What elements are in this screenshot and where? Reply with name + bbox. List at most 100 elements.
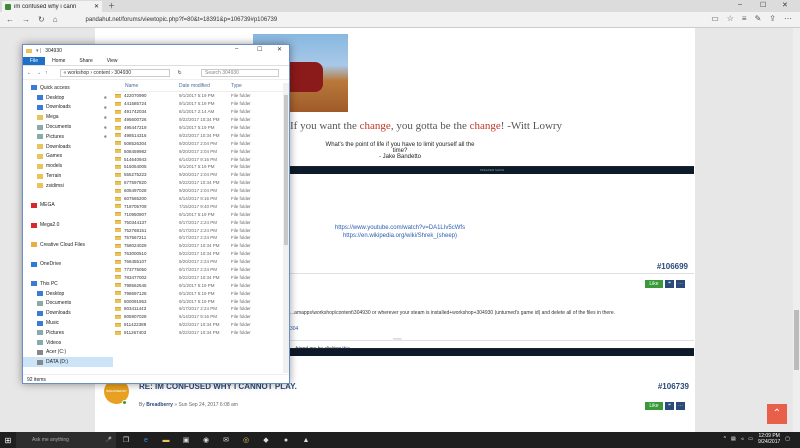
maximize-icon[interactable]: ☐ xyxy=(760,1,766,9)
column-date[interactable]: Date modified xyxy=(173,83,223,91)
forward-icon[interactable]: → xyxy=(22,15,30,24)
new-tab-icon[interactable]: ＋ xyxy=(108,1,115,11)
file-row[interactable]: 422070990 9/1/2017 5:19 PM File folder xyxy=(115,92,283,100)
back-icon[interactable]: ← xyxy=(27,70,32,76)
maximize-icon[interactable]: ☐ xyxy=(257,46,262,53)
nav-item[interactable]: OneDrive xyxy=(23,259,113,269)
file-row[interactable]: 757567211 9/17/2017 2:24 PM File folder xyxy=(115,234,283,242)
path-field[interactable]: « workshop › content › 304930 xyxy=(59,69,170,77)
scroll-to-top-button[interactable]: ⌃ xyxy=(767,404,787,424)
like-button[interactable]: Like xyxy=(645,280,663,288)
task-view-icon[interactable]: ❐ xyxy=(116,432,136,448)
notifications-icon[interactable]: ▢ xyxy=(785,436,790,442)
nav-item[interactable]: Downloads xyxy=(23,308,113,318)
page-scrollbar[interactable] xyxy=(793,28,800,432)
battery-icon[interactable]: ▭ xyxy=(748,436,753,442)
back-icon[interactable]: ← xyxy=(6,15,14,24)
file-row[interactable]: 498514316 9/22/2017 10:34 PM File folder xyxy=(115,131,283,139)
file-row[interactable]: 783477002 9/22/2017 10:34 PM File folder xyxy=(115,273,283,281)
options-button[interactable]: ⋯ xyxy=(676,280,685,288)
nav-item[interactable]: Pictures ✱ xyxy=(23,132,113,142)
wikipedia-link[interactable]: https://en.wikipedia.org/wiki/Shrek_(she… xyxy=(330,232,470,240)
post-number[interactable]: #106739 xyxy=(658,382,689,391)
minimize-icon[interactable]: – xyxy=(738,1,742,8)
youtube-link[interactable]: https://www.youtube.com/watch?v=DA1LIv5c… xyxy=(330,224,470,232)
browser-tab[interactable]: im confused why i cann ✕ xyxy=(2,1,102,12)
file-explorer-icon[interactable]: ▬ xyxy=(156,432,176,448)
author-link[interactable]: Breadberry xyxy=(146,402,173,408)
edge-icon[interactable]: e xyxy=(136,432,156,448)
reading-view-icon[interactable]: ▭ xyxy=(711,14,719,23)
post-number[interactable]: #106699 xyxy=(657,262,688,271)
file-row[interactable]: 805907028 6/14/2017 9:16 PM File folder xyxy=(115,313,283,321)
file-row[interactable]: 811267403 9/22/2017 10:34 PM File folder xyxy=(115,329,283,337)
like-button[interactable]: Like xyxy=(645,402,663,410)
refresh-icon[interactable]: ↻ xyxy=(38,15,45,24)
app-icon-1[interactable]: ◆ xyxy=(256,432,276,448)
cortana-search[interactable]: Ask me anything 🎤 xyxy=(16,432,116,448)
nav-item[interactable]: Downloads ✱ xyxy=(23,103,113,113)
nav-item[interactable]: Quick access xyxy=(23,83,113,93)
file-row[interactable]: 811422389 9/22/2017 10:34 PM File folder xyxy=(115,321,283,329)
share-icon[interactable]: ⇪ xyxy=(769,14,776,23)
column-name[interactable]: Name xyxy=(115,83,173,91)
nav-item[interactable]: Creative Cloud Files xyxy=(23,240,113,250)
app-icon-2[interactable]: ● xyxy=(276,432,296,448)
mail-icon[interactable]: ✉ xyxy=(216,432,236,448)
network-icon[interactable]: ▤ xyxy=(731,436,736,442)
forward-icon[interactable]: → xyxy=(36,70,41,76)
nav-item[interactable]: DATA (D:) xyxy=(23,357,113,368)
file-row[interactable]: 752768151 9/17/2017 2:24 PM File folder xyxy=(115,226,283,234)
file-row[interactable]: 555275223 9/20/2017 2:04 PM File folder xyxy=(115,171,283,179)
nav-item[interactable]: Desktop ✱ xyxy=(23,93,113,103)
nav-item[interactable]: Games xyxy=(23,152,113,162)
hub-icon[interactable]: ≡ xyxy=(742,14,747,23)
more-icon[interactable]: ⋯ xyxy=(784,14,792,23)
file-row[interactable]: 441585724 9/1/2017 5:19 PM File folder xyxy=(115,100,283,108)
chrome-icon[interactable]: ◎ xyxy=(236,432,256,448)
file-row[interactable]: 495447219 9/1/2017 5:19 PM File folder xyxy=(115,124,283,132)
ribbon-tab-view[interactable]: View xyxy=(100,57,125,65)
file-row[interactable]: 798697128 9/1/2017 5:19 PM File folder xyxy=(115,289,283,297)
file-row[interactable]: 803411443 9/17/2017 2:24 PM File folder xyxy=(115,305,283,313)
file-row[interactable]: 605497028 9/20/2017 2:04 PM File folder xyxy=(115,187,283,195)
nav-item[interactable]: Terrain xyxy=(23,171,113,181)
file-row[interactable]: 491742034 8/1/2017 2:14 AM File folder xyxy=(115,108,283,116)
start-icon[interactable]: ⊞ xyxy=(0,432,16,448)
file-row[interactable]: 763000510 9/22/2017 10:34 PM File folder xyxy=(115,250,283,258)
search-input[interactable]: Search 304930 xyxy=(201,69,279,77)
nav-item[interactable]: Mega ✱ xyxy=(23,112,113,122)
close-icon[interactable]: ✕ xyxy=(277,46,282,53)
close-tab-icon[interactable]: ✕ xyxy=(94,3,99,10)
file-row[interactable]: 677597820 9/22/2017 10:34 PM File folder xyxy=(115,179,283,187)
quote-button[interactable]: ❝ xyxy=(665,402,674,410)
file-row[interactable]: 798562545 9/1/2017 5:19 PM File folder xyxy=(115,281,283,289)
up-icon[interactable]: ↑ xyxy=(45,70,48,76)
post-link[interactable]: 304 xyxy=(290,326,298,332)
notes-icon[interactable]: ✎ xyxy=(755,14,762,23)
url-field[interactable]: pandahut.net/forums/viewtopic.php?f=80&t… xyxy=(86,17,278,23)
quick-access-toolbar[interactable]: ▾ | xyxy=(36,48,41,54)
minimize-icon[interactable]: – xyxy=(235,46,238,52)
nav-item[interactable]: zsidimsi xyxy=(23,181,113,191)
file-row[interactable]: 514640943 6/14/2017 9:16 PM File folder xyxy=(115,155,283,163)
file-row[interactable]: 758024029 9/22/2017 10:34 PM File folder xyxy=(115,242,283,250)
file-row[interactable]: 750344137 9/17/2017 2:24 PM File folder xyxy=(115,218,283,226)
nav-item[interactable]: Music xyxy=(23,318,113,328)
file-row[interactable]: 800091953 9/1/2017 5:19 PM File folder xyxy=(115,297,283,305)
ribbon-tab-share[interactable]: Share xyxy=(72,57,99,65)
store-icon[interactable]: ▣ xyxy=(176,432,196,448)
refresh-icon[interactable]: ↻ xyxy=(178,70,182,76)
file-row[interactable]: 495600726 9/22/2017 10:34 PM File folder xyxy=(115,116,283,124)
nav-item[interactable]: Downloads xyxy=(23,142,113,152)
nav-item[interactable]: MEGA xyxy=(23,201,113,211)
explorer-scrollbar[interactable] xyxy=(283,83,289,373)
mic-icon[interactable]: 🎤 xyxy=(106,437,112,443)
favorite-star-icon[interactable]: ☆ xyxy=(727,14,734,23)
nav-item[interactable]: Acer (C:) xyxy=(23,348,113,358)
column-type[interactable]: Type xyxy=(223,83,263,91)
file-row[interactable]: 515054005 9/1/2017 5:19 PM File folder xyxy=(115,163,283,171)
file-row[interactable]: 718705709 7/15/2017 9:40 PM File folder xyxy=(115,202,283,210)
file-row[interactable]: 508526304 9/20/2017 2:04 PM File folder xyxy=(115,139,283,147)
file-row[interactable]: 508459982 9/20/2017 2:04 PM File folder xyxy=(115,147,283,155)
